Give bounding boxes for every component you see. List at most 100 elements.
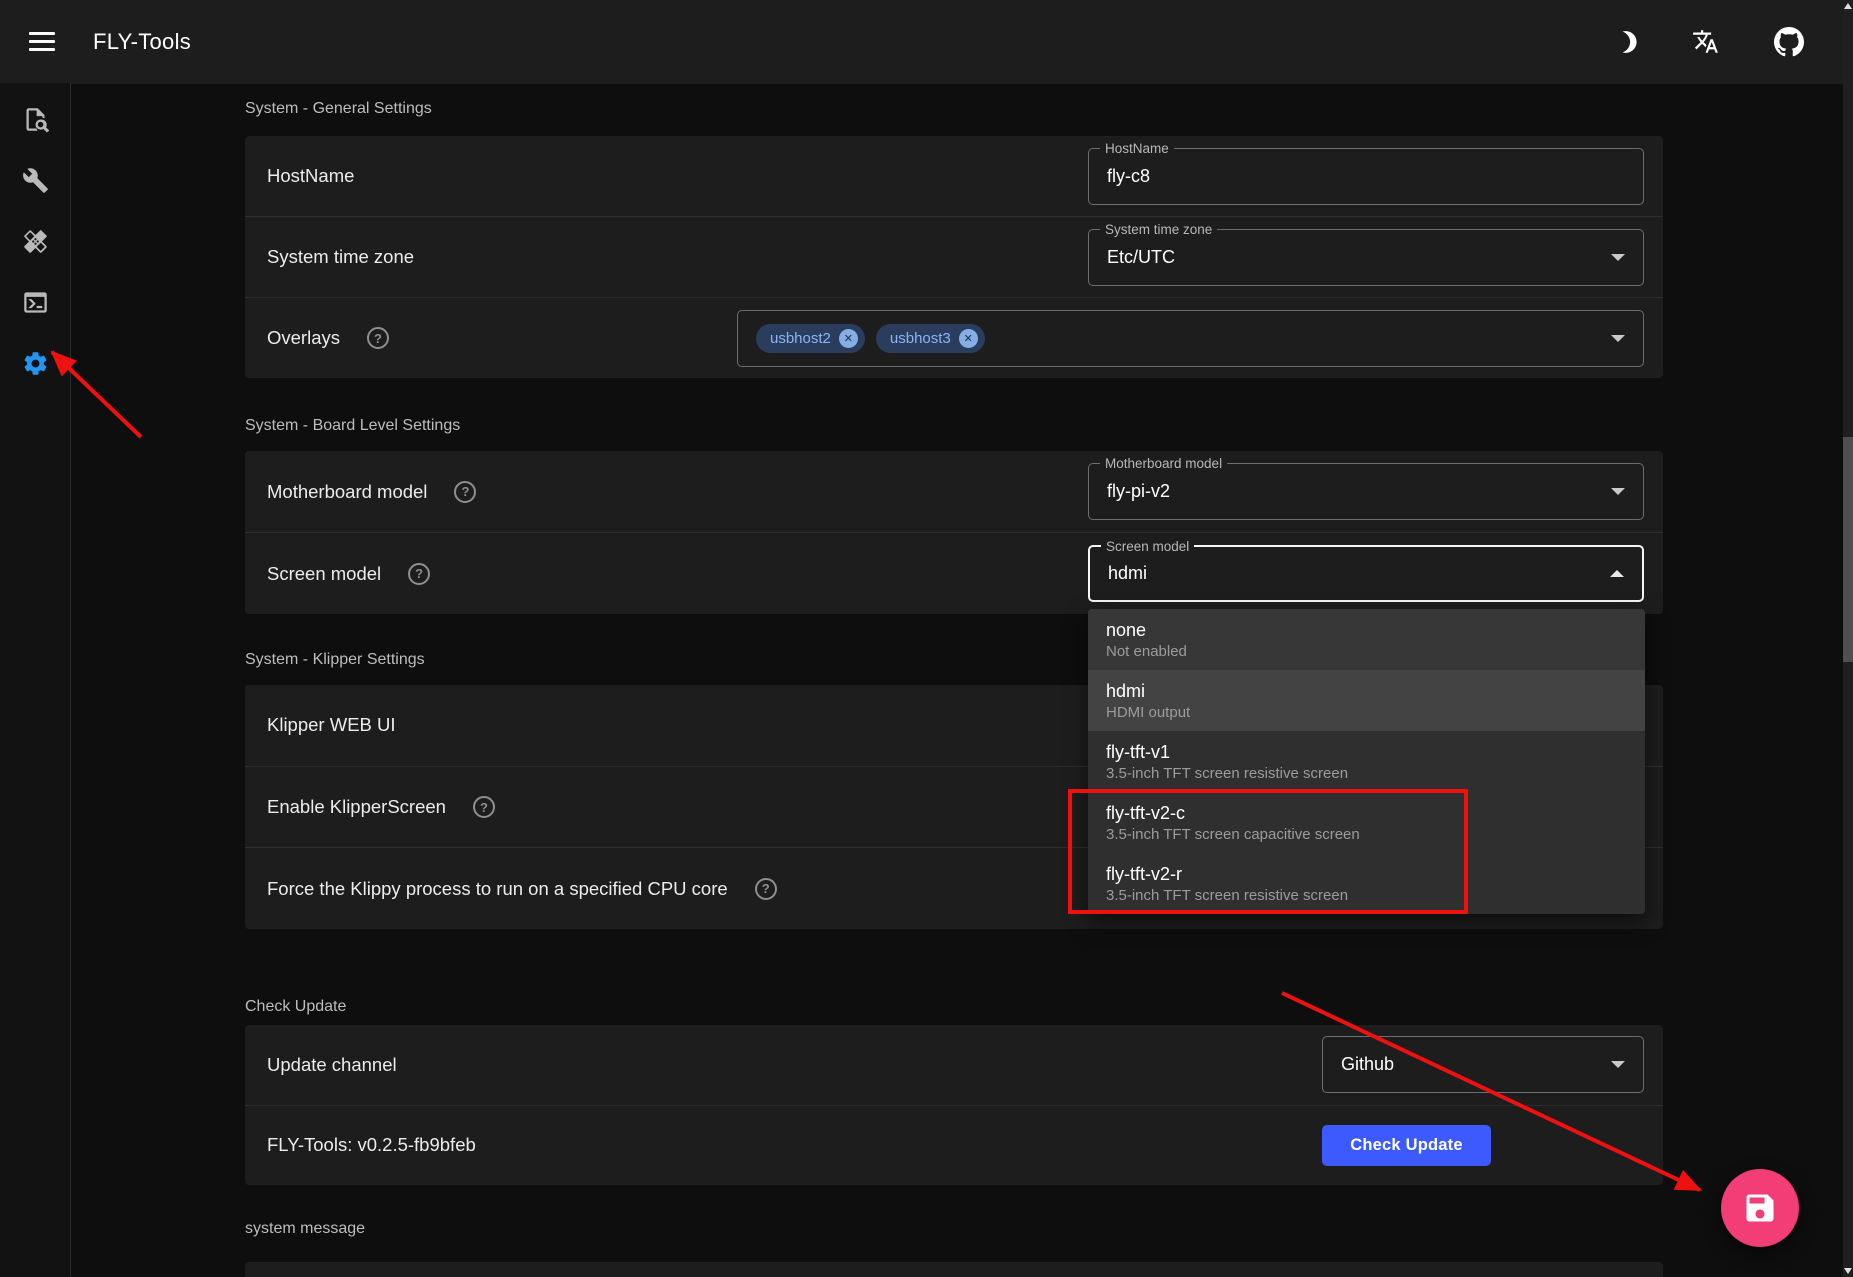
update-channel-value: Github	[1341, 1054, 1394, 1075]
menu-item-none[interactable]: none Not enabled	[1088, 609, 1645, 670]
menu-item-hdmi[interactable]: hdmi HDMI output	[1088, 670, 1645, 731]
card-board: Motherboard model ? Motherboard model fl…	[245, 451, 1663, 614]
menu-item-fly-tft-v1[interactable]: fly-tft-v1 3.5-inch TFT screen resistive…	[1088, 731, 1645, 792]
scrollbar-down-arrow-icon[interactable]	[1844, 1268, 1852, 1274]
section-title-update: Check Update	[245, 998, 346, 1016]
help-icon[interactable]: ?	[473, 796, 495, 818]
chevron-down-icon	[1611, 1061, 1625, 1068]
row-version: FLY-Tools: v0.2.5-fb9bfeb Check Update	[245, 1106, 1663, 1186]
screen-model-select[interactable]: Screen model hdmi	[1088, 545, 1644, 602]
timezone-value: Etc/UTC	[1107, 247, 1175, 268]
file-search-icon	[22, 106, 49, 133]
translate-icon	[1692, 28, 1719, 55]
sidebar-item-flash[interactable]	[9, 215, 61, 267]
screen-model-value: hdmi	[1108, 563, 1147, 584]
menu-item-secondary: 3.5-inch TFT screen resistive screen	[1106, 886, 1627, 905]
menu-item-secondary: HDMI output	[1106, 703, 1627, 722]
wrench-icon	[22, 167, 49, 194]
row-motherboard: Motherboard model ? Motherboard model fl…	[245, 451, 1663, 533]
chip-label: usbhost2	[770, 330, 831, 347]
row-overlays: Overlays ? usbhost2 ✕ usbhost3 ✕	[245, 298, 1663, 378]
check-update-button[interactable]: Check Update	[1322, 1125, 1491, 1166]
app-title: FLY-Tools	[93, 29, 191, 55]
sidebar-item-settings[interactable]	[9, 337, 61, 389]
hostname-input[interactable]	[1107, 166, 1625, 187]
section-title-message: system message	[245, 1220, 365, 1238]
section-title-general: System - General Settings	[245, 100, 432, 118]
hostname-field[interactable]: HostName	[1088, 148, 1644, 205]
hostname-label: HostName	[267, 165, 354, 187]
sidebar	[0, 83, 71, 1277]
github-icon	[1774, 27, 1804, 57]
screen-model-menu: none Not enabled hdmi HDMI output fly-tf…	[1088, 609, 1645, 914]
row-hostname: HostName HostName	[245, 136, 1663, 217]
overlays-label: Overlays	[267, 327, 340, 349]
save-fab-button[interactable]	[1721, 1169, 1799, 1247]
chevron-down-icon	[1611, 254, 1625, 261]
chevron-down-icon	[1611, 335, 1625, 342]
row-update-channel: Update channel Github	[245, 1025, 1663, 1106]
menu-item-primary: fly-tft-v1	[1106, 741, 1627, 764]
chip-label: usbhost3	[890, 330, 951, 347]
sidebar-item-terminal[interactable]	[9, 276, 61, 328]
version-text: FLY-Tools: v0.2.5-fb9bfeb	[267, 1134, 476, 1156]
card-message	[245, 1262, 1663, 1277]
timezone-select[interactable]: System time zone Etc/UTC	[1088, 229, 1644, 286]
sidebar-item-tools[interactable]	[9, 154, 61, 206]
chip-usbhost2: usbhost2 ✕	[756, 324, 865, 353]
klipper-webui-label: Klipper WEB UI	[267, 714, 396, 736]
help-icon[interactable]: ?	[454, 481, 476, 503]
overlays-field[interactable]: usbhost2 ✕ usbhost3 ✕	[737, 310, 1644, 367]
menu-item-fly-tft-v2-r[interactable]: fly-tft-v2-r 3.5-inch TFT screen resisti…	[1088, 853, 1645, 914]
chip-remove-icon[interactable]: ✕	[959, 329, 978, 348]
menu-item-fly-tft-v2-c[interactable]: fly-tft-v2-c 3.5-inch TFT screen capacit…	[1088, 792, 1645, 853]
translate-button[interactable]	[1685, 22, 1725, 62]
menu-item-secondary: Not enabled	[1106, 642, 1627, 661]
hostname-field-label: HostName	[1100, 139, 1174, 158]
github-button[interactable]	[1769, 22, 1809, 62]
motherboard-select[interactable]: Motherboard model fly-pi-v2	[1088, 463, 1644, 520]
update-channel-label: Update channel	[267, 1054, 397, 1076]
menu-button[interactable]	[29, 32, 55, 51]
motherboard-value: fly-pi-v2	[1107, 481, 1170, 502]
help-icon[interactable]: ?	[408, 563, 430, 585]
menu-item-secondary: 3.5-inch TFT screen resistive screen	[1106, 764, 1627, 783]
klipperscreen-label: Enable KlipperScreen	[267, 796, 446, 818]
section-title-klipper: System - Klipper Settings	[245, 651, 425, 669]
card-update: Update channel Github FLY-Tools: v0.2.5-…	[245, 1025, 1663, 1185]
topbar-actions	[1609, 22, 1809, 62]
sidebar-item-info[interactable]	[9, 93, 61, 145]
help-icon[interactable]: ?	[755, 878, 777, 900]
app-root: FLY-Tools System	[0, 0, 1853, 1277]
timezone-label: System time zone	[267, 246, 414, 268]
menu-item-primary: fly-tft-v2-r	[1106, 863, 1627, 886]
save-icon	[1742, 1190, 1778, 1226]
row-timezone: System time zone System time zone Etc/UT…	[245, 217, 1663, 298]
card-general: HostName HostName System time zone Syste…	[245, 136, 1663, 378]
chevron-down-icon	[1611, 488, 1625, 495]
timezone-field-label: System time zone	[1100, 220, 1217, 239]
chevron-up-icon	[1610, 570, 1624, 577]
check-update-button-wrap: Check Update	[1322, 1125, 1644, 1166]
moon-icon	[1616, 29, 1642, 55]
motherboard-label: Motherboard model	[267, 481, 427, 503]
klippy-cpu-core-label: Force the Klippy process to run on a spe…	[267, 878, 728, 900]
menu-item-secondary: 3.5-inch TFT screen capacitive screen	[1106, 825, 1627, 844]
row-screen-model: Screen model ? Screen model hdmi	[245, 533, 1663, 614]
chip-usbhost3: usbhost3 ✕	[876, 324, 985, 353]
help-icon[interactable]: ?	[367, 327, 389, 349]
terminal-icon	[22, 289, 49, 316]
menu-item-primary: fly-tft-v2-c	[1106, 802, 1627, 825]
dark-mode-button[interactable]	[1609, 22, 1649, 62]
scrollbar-up-arrow-icon[interactable]	[1844, 3, 1852, 9]
scrollbar[interactable]	[1843, 0, 1853, 1277]
bandage-icon	[22, 228, 49, 255]
chip-remove-icon[interactable]: ✕	[839, 329, 858, 348]
overlays-chips: usbhost2 ✕ usbhost3 ✕	[756, 324, 985, 353]
scrollbar-thumb[interactable]	[1843, 437, 1853, 662]
gear-icon	[22, 350, 49, 377]
screen-model-field-label: Screen model	[1101, 537, 1194, 556]
update-channel-select[interactable]: Github	[1322, 1036, 1644, 1093]
motherboard-field-label: Motherboard model	[1100, 454, 1227, 473]
hamburger-icon	[29, 32, 55, 35]
